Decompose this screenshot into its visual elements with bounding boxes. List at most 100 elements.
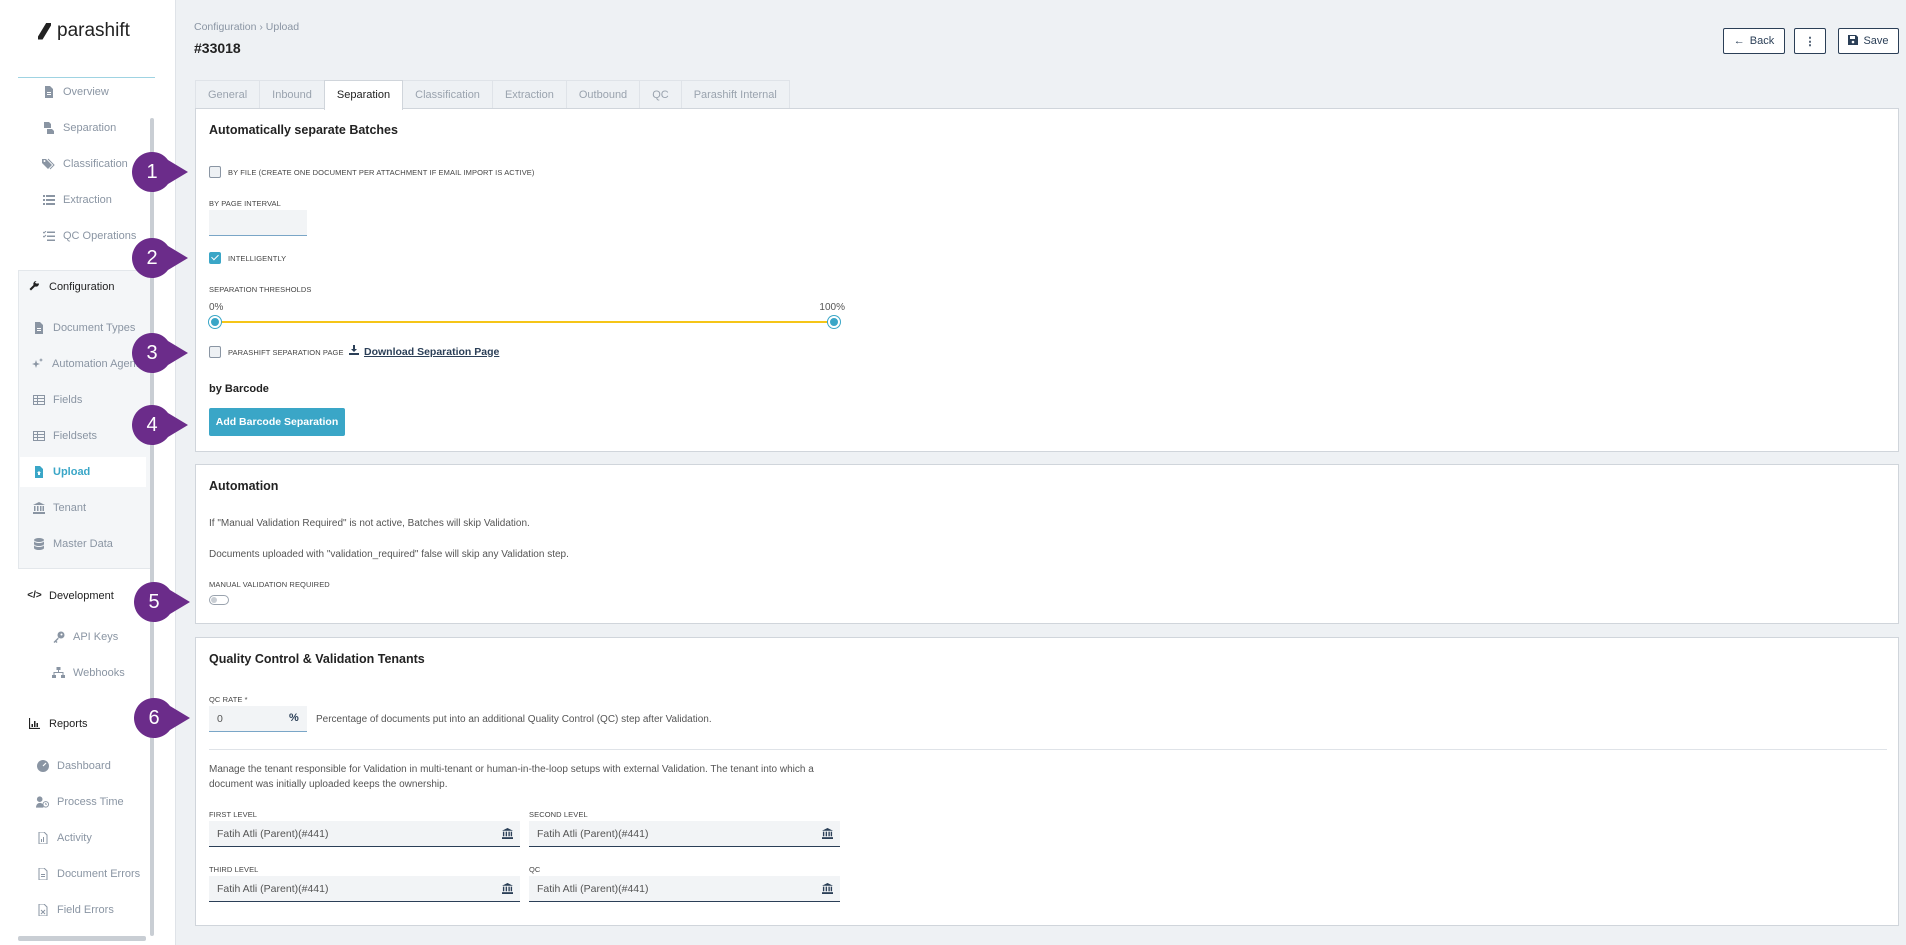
sidebar-item-extraction[interactable]: Extraction bbox=[42, 193, 112, 206]
sidebar-heading-configuration[interactable]: Configuration bbox=[28, 280, 114, 293]
tab-parashift-internal[interactable]: Parashift Internal bbox=[680, 80, 790, 109]
download-icon bbox=[349, 345, 359, 358]
table-icon bbox=[32, 393, 45, 406]
annotation-marker-2: 2 bbox=[132, 238, 188, 278]
save-button[interactable]: Save bbox=[1838, 28, 1899, 54]
add-barcode-separation-button[interactable]: Add Barcode Separation bbox=[209, 408, 345, 436]
file-chart-icon bbox=[36, 831, 49, 844]
tab-qc[interactable]: QC bbox=[639, 80, 682, 109]
sidebar-item-label: Separation bbox=[63, 121, 117, 134]
database-icon bbox=[32, 537, 45, 550]
sidebar-item-label: Fieldsets bbox=[53, 429, 98, 442]
parashift-separation-page-checkbox[interactable] bbox=[209, 346, 221, 358]
sidebar-item-upload[interactable]: Upload bbox=[32, 465, 90, 478]
toggle-knob bbox=[211, 597, 217, 603]
sidebar-item-qc-operations[interactable]: QC Operations bbox=[42, 229, 136, 242]
intelligently-label: INTELLIGENTLY bbox=[228, 254, 287, 263]
sidebar-item-label: Extraction bbox=[63, 193, 112, 206]
save-button-label: Save bbox=[1863, 35, 1889, 47]
page-title: #33018 bbox=[194, 40, 241, 56]
tab-separation[interactable]: Separation bbox=[323, 80, 404, 110]
sidebar-item-separation[interactable]: Separation bbox=[42, 121, 116, 134]
sidebar-item-dashboard[interactable]: Dashboard bbox=[36, 759, 111, 772]
sidebar-item-label: API Keys bbox=[73, 630, 119, 643]
annotation-marker-4: 4 bbox=[132, 405, 188, 445]
by-file-checkbox[interactable] bbox=[209, 166, 221, 178]
threshold-slider-max-handle[interactable] bbox=[828, 316, 840, 328]
sidebar-item-label: Overview bbox=[63, 85, 109, 98]
sidebar-item-label: Process Time bbox=[57, 795, 124, 808]
annotation-marker-1: 1 bbox=[132, 152, 188, 192]
sidebar-item-automation-agents[interactable]: Automation Agents bbox=[32, 357, 144, 370]
threshold-min-label: 0% bbox=[209, 302, 224, 313]
brand-logo[interactable]: parashift bbox=[38, 20, 130, 42]
sidebar-item-overview[interactable]: Overview bbox=[42, 85, 109, 98]
tenant-help-line-2: document was initially uploaded keeps th… bbox=[209, 779, 448, 790]
tenant-help-line-1: Manage the tenant responsible for Valida… bbox=[209, 764, 814, 775]
sidebar-item-fieldsets[interactable]: Fieldsets bbox=[32, 429, 97, 442]
sidebar-item-fields[interactable]: Fields bbox=[32, 393, 82, 406]
third-level-select[interactable] bbox=[209, 876, 520, 902]
key-icon bbox=[52, 630, 65, 643]
back-button[interactable]: ← Back bbox=[1723, 28, 1785, 54]
parashift-separation-page-label: PARASHIFT SEPARATION PAGE bbox=[228, 348, 344, 357]
tab-outbound[interactable]: Outbound bbox=[565, 80, 641, 109]
by-file-label: BY FILE (CREATE ONE DOCUMENT PER ATTACHM… bbox=[228, 168, 535, 177]
annotation-marker-6: 6 bbox=[134, 698, 190, 738]
sidebar-heading-reports[interactable]: Reports bbox=[28, 717, 88, 730]
sidebar-item-classification[interactable]: Classification bbox=[42, 157, 128, 170]
file-error-icon bbox=[36, 867, 49, 880]
tab-classification[interactable]: Classification bbox=[402, 80, 493, 109]
sidebar-item-tenant[interactable]: Tenant bbox=[32, 501, 86, 514]
sidebar-item-document-errors[interactable]: Document Errors bbox=[36, 867, 140, 880]
sidebar-item-label: Webhooks bbox=[73, 666, 125, 679]
bank-icon bbox=[502, 883, 513, 897]
chart-icon bbox=[28, 717, 41, 730]
sidebar-item-field-errors[interactable]: Field Errors bbox=[36, 903, 114, 916]
sidebar-item-document-types[interactable]: Document Types bbox=[32, 321, 135, 334]
manual-validation-toggle[interactable] bbox=[209, 595, 229, 605]
download-separation-page-link[interactable]: Download Separation Page bbox=[349, 345, 499, 358]
first-level-label: FIRST LEVEL bbox=[209, 810, 258, 819]
tab-general[interactable]: General bbox=[195, 80, 261, 109]
sidebar-item-master-data[interactable]: Master Data bbox=[32, 537, 113, 550]
file-x-icon bbox=[36, 903, 49, 916]
wrench-icon bbox=[28, 280, 41, 293]
tab-extraction[interactable]: Extraction bbox=[491, 80, 567, 109]
intelligently-checkbox[interactable] bbox=[209, 252, 221, 264]
sidebar-item-webhooks[interactable]: Webhooks bbox=[52, 666, 125, 679]
bank-icon bbox=[822, 828, 833, 842]
automation-panel-title: Automation bbox=[209, 479, 279, 493]
manual-validation-label: MANUAL VALIDATION REQUIRED bbox=[209, 580, 330, 589]
download-separation-page-label: Download Separation Page bbox=[364, 345, 500, 358]
more-options-button[interactable]: ⋮ bbox=[1794, 28, 1826, 54]
sidebar-item-api-keys[interactable]: API Keys bbox=[52, 630, 118, 643]
sidebar-horizontal-scrollbar[interactable] bbox=[18, 936, 146, 941]
second-level-select[interactable] bbox=[529, 821, 840, 847]
annotation-marker-number: 1 bbox=[146, 161, 158, 183]
by-page-interval-input[interactable] bbox=[209, 210, 307, 236]
document-icon bbox=[32, 321, 45, 334]
annotation-marker-5: 5 bbox=[134, 582, 190, 622]
by-page-interval-label: BY PAGE INTERVAL bbox=[209, 199, 281, 208]
tab-inbound[interactable]: Inbound bbox=[259, 80, 325, 109]
back-button-label: Back bbox=[1749, 35, 1775, 47]
breadcrumb[interactable]: Configuration › Upload bbox=[194, 21, 299, 33]
threshold-slider-min-handle[interactable] bbox=[209, 316, 221, 328]
sidebar-item-activity[interactable]: Activity bbox=[36, 831, 92, 844]
separation-panel-title: Automatically separate Batches bbox=[209, 123, 398, 137]
sidebar-heading-label: Configuration bbox=[49, 280, 115, 293]
first-level-select[interactable] bbox=[209, 821, 520, 847]
sidebar-heading-development[interactable]: </> Development bbox=[27, 589, 114, 602]
automation-info-line-2: Documents uploaded with "validation_requ… bbox=[209, 549, 569, 560]
qc-rate-label: QC RATE * bbox=[209, 695, 248, 704]
code-icon: </> bbox=[27, 590, 42, 601]
threshold-slider-track[interactable] bbox=[215, 321, 834, 323]
sidebar-item-label: Dashboard bbox=[57, 759, 111, 772]
parashift-logo-icon bbox=[38, 22, 51, 40]
user-clock-icon bbox=[36, 795, 49, 808]
sidebar-item-process-time[interactable]: Process Time bbox=[36, 795, 124, 808]
annotation-marker-number: 4 bbox=[146, 414, 158, 436]
qc-level-select[interactable] bbox=[529, 876, 840, 902]
bank-icon bbox=[822, 883, 833, 897]
